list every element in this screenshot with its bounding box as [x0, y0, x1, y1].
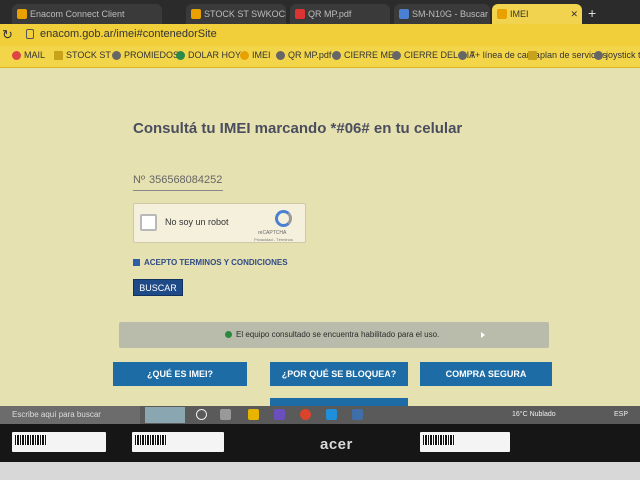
tab-qr-pdf[interactable]: QR MP.pdf	[290, 4, 390, 24]
lock-icon[interactable]	[26, 29, 34, 39]
terms-label: ACEPTO TERMINOS Y CONDICIONES	[144, 258, 288, 267]
barcode-sticker	[420, 432, 510, 452]
chrome-icon[interactable]	[300, 409, 311, 420]
tab-label: STOCK ST SWKOCEN	[204, 9, 286, 19]
globe-icon	[594, 51, 603, 60]
barcode-icon	[135, 435, 167, 445]
bookmark-dolar-hoy[interactable]: DOLAR HOY	[176, 50, 241, 60]
recaptcha-widget: No soy un robot reCAPTCHA Privacidad - T…	[133, 203, 306, 243]
bookmark-mail[interactable]: MAIL	[12, 50, 45, 60]
safe-purchase-button[interactable]: COMPRA SEGURA	[420, 362, 552, 386]
captcha-label: No soy un robot	[165, 217, 229, 227]
globe-icon	[112, 51, 121, 60]
tab-label: Enacom Connect Client	[30, 9, 125, 19]
folder-icon	[54, 51, 63, 60]
favicon-icon	[497, 9, 507, 19]
bookmarks-bar: MAIL STOCK ST PROMIEDOS DOLAR HOY IMEI Q…	[0, 46, 640, 68]
weather-widget[interactable]: 16°C Nublado	[512, 411, 556, 418]
search-highlight-image	[145, 407, 185, 423]
partial-button[interactable]	[270, 398, 408, 406]
tab-google-search[interactable]: SM-N10G - Buscar co	[394, 4, 490, 24]
app-icon[interactable]	[326, 409, 337, 420]
bookmark-stock[interactable]: STOCK ST	[54, 50, 111, 60]
captcha-brand: reCAPTCHA	[258, 230, 287, 236]
file-explorer-icon[interactable]	[248, 409, 259, 420]
imei-value: 356568084252	[148, 174, 223, 186]
barcode-sticker	[132, 432, 224, 452]
tab-stock[interactable]: STOCK ST SWKOCEN	[186, 4, 286, 24]
bookmark-imei[interactable]: IMEI	[240, 50, 271, 60]
bookmark-joystick[interactable]: joystick testing	[594, 50, 640, 60]
reload-icon[interactable]: ↻	[2, 27, 13, 43]
checkbox-checked-icon[interactable]	[133, 259, 140, 266]
favicon-icon	[191, 9, 201, 19]
bookmark-cierre-mes[interactable]: CIERRE MES	[332, 50, 400, 60]
recaptcha-icon	[275, 210, 292, 227]
folder-icon	[528, 51, 537, 60]
page-title: Consultá tu IMEI marcando *#06# en tu ce…	[133, 120, 463, 137]
tab-label: QR MP.pdf	[308, 9, 352, 19]
mouse-cursor-icon	[481, 332, 485, 338]
imei-prefix: Nº	[133, 174, 145, 186]
url-field[interactable]: enacom.gob.ar/imei#contenedorSite	[40, 28, 217, 40]
tab-enacom-connect[interactable]: Enacom Connect Client	[12, 4, 162, 24]
bookmark-qr-pdf[interactable]: QR MP.pdf	[276, 50, 331, 60]
share-icon[interactable]	[352, 409, 363, 420]
terms-checkbox-row[interactable]: ACEPTO TERMINOS Y CONDICIONES	[133, 258, 288, 267]
barcode-icon	[423, 435, 455, 445]
success-icon	[225, 331, 232, 338]
favicon-icon	[17, 9, 27, 19]
pdf-icon	[295, 9, 305, 19]
favicon-icon	[240, 51, 249, 60]
result-message: El equipo consultado se encuentra habili…	[236, 330, 440, 339]
cortana-icon[interactable]	[196, 409, 207, 420]
globe-icon	[458, 51, 467, 60]
windows-taskbar: Escribe aquí para buscar 16°C Nublado ES…	[0, 406, 640, 424]
globe-icon	[392, 51, 401, 60]
store-icon[interactable]	[274, 409, 285, 420]
language-indicator[interactable]: ESP	[614, 411, 628, 418]
task-view-icon[interactable]	[220, 409, 231, 420]
globe-icon	[276, 51, 285, 60]
search-button[interactable]: BUSCAR	[133, 279, 183, 296]
barcode-icon	[15, 435, 47, 445]
why-blocked-button[interactable]: ¿POR QUÉ SE BLOQUEA?	[270, 362, 408, 386]
new-tab-button[interactable]: +	[588, 5, 596, 21]
imei-input[interactable]: Nº 356568084252	[133, 174, 223, 191]
close-icon[interactable]: ✕	[570, 4, 578, 24]
tab-label: IMEI	[510, 9, 529, 19]
google-icon	[399, 9, 409, 19]
taskbar-search-input[interactable]: Escribe aquí para buscar	[0, 406, 140, 424]
mail-icon	[12, 51, 21, 60]
what-is-imei-button[interactable]: ¿QUÉ ES IMEI?	[113, 362, 247, 386]
dollar-icon	[176, 51, 185, 60]
page-content: Consultá tu IMEI marcando *#06# en tu ce…	[0, 68, 640, 406]
tab-label: SM-N10G - Buscar co	[412, 9, 490, 19]
captcha-checkbox[interactable]	[140, 214, 157, 231]
bookmark-promiedos[interactable]: PROMIEDOS	[112, 50, 179, 60]
tab-imei[interactable]: IMEI ✕	[492, 4, 582, 24]
captcha-links[interactable]: Privacidad - Términos	[254, 237, 293, 242]
address-bar: ↻ enacom.gob.ar/imei#contenedorSite	[0, 24, 640, 46]
desk-surface	[0, 462, 640, 480]
barcode-sticker	[12, 432, 106, 452]
monitor-logo: acer	[320, 436, 353, 453]
browser-tab-strip: Enacom Connect Client STOCK ST SWKOCEN Q…	[0, 0, 640, 24]
globe-icon	[332, 51, 341, 60]
